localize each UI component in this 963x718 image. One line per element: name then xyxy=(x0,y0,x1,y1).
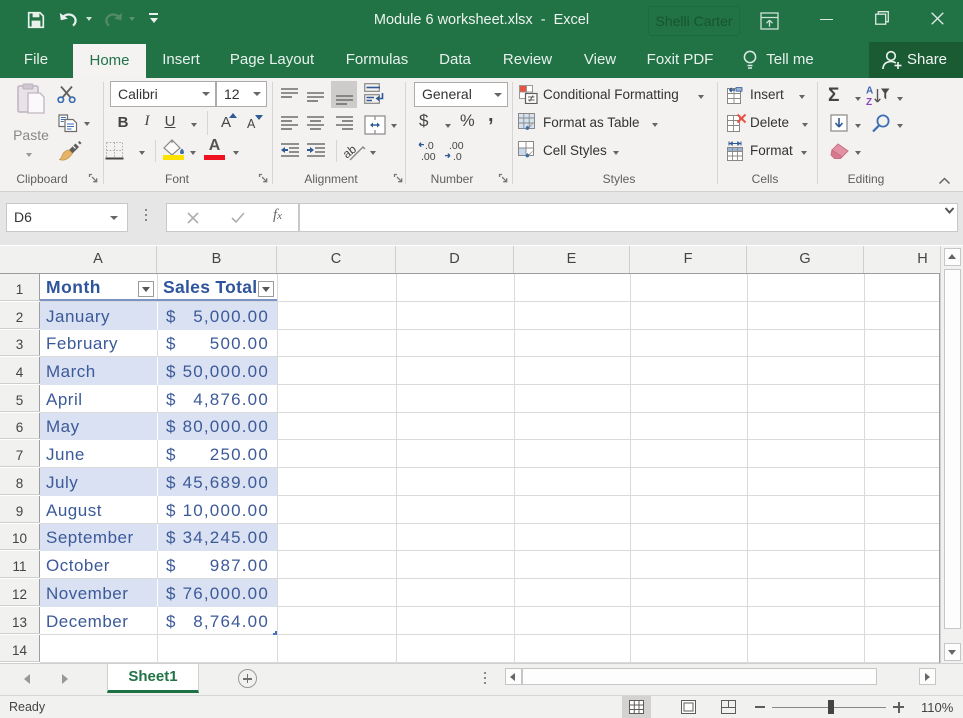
svg-text:.0: .0 xyxy=(453,151,462,163)
svg-text:.00: .00 xyxy=(421,151,436,163)
svg-text:Z: Z xyxy=(866,97,872,108)
svg-text:A: A xyxy=(866,86,873,97)
